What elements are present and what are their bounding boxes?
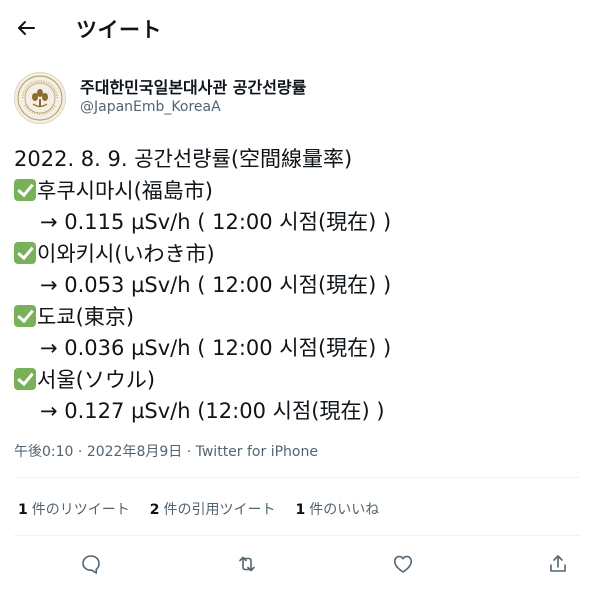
entry-place: 이와키시(いわき市) [14,239,584,271]
check-mark-icon [14,241,36,264]
entry-reading: → 0.053 µSv/h ( 12:00 시점(現在) ) [40,273,392,297]
entry-reading: → 0.127 µSv/h (12:00 시점(現在) ) [40,399,385,423]
author-name[interactable]: 주대한민국일본대사관 공간선량률 [80,74,306,98]
tweet-text: 2022. 8. 9. 공간선량률(空間線量率) 후쿠시마시(福島市) → 0.… [14,144,584,428]
entry-place: 서울(ソウル) [14,365,584,397]
page-header: ツイート [0,0,594,56]
divider [14,535,580,536]
entry-place: 후쿠시마시(福島市) [14,176,584,208]
retweets-count: 1 [18,502,28,518]
likes-stat[interactable]: 1 件のいいね [296,499,380,519]
retweet-icon[interactable] [229,546,265,582]
quotes-stat[interactable]: 2 件の引用ツイート [150,499,276,519]
meta-separator: · [182,444,196,460]
likes-label: 件のいいね [309,502,380,518]
quotes-count: 2 [149,502,160,518]
entry-place-label: 도쿄(東京) [37,304,135,329]
page-title: ツイート [76,18,162,42]
tweet-stats: 1 件のリツイート 2 件の引用ツイート 1 件のいいね [18,499,399,519]
entry-place: 도쿄(東京) [14,302,584,334]
retweets-stat[interactable]: 1 件のリツイート [18,499,130,519]
divider [14,477,580,478]
tweet-headline: 2022. 8. 9. 공간선량률(空間線量率) [14,147,353,171]
retweets-label: 件のリツイート [31,502,130,518]
avatar[interactable] [14,72,66,124]
entry-place-label: 서울(ソウル) [37,367,156,392]
quotes-label: 件の引用ツイート [163,502,276,518]
tweet-date[interactable]: 2022年8月9日 [87,444,182,460]
tweet-time[interactable]: 午後0:10 [14,444,73,460]
check-mark-icon [14,178,36,201]
meta-separator: · [73,444,87,460]
share-icon[interactable] [540,546,576,582]
reply-icon[interactable] [73,546,109,582]
author-handle[interactable]: @JapanEmb_KoreaA [80,99,221,115]
action-bar [0,546,594,582]
arrow-left-icon[interactable] [14,16,38,40]
check-mark-icon [14,304,36,327]
check-mark-icon [14,367,36,390]
entry-place-label: 후쿠시마시(福島市) [37,178,213,203]
likes-count: 1 [295,502,306,518]
entry-reading: → 0.036 µSv/h ( 12:00 시점(現在) ) [40,336,392,360]
entry-reading: → 0.115 µSv/h ( 12:00 시점(現在) ) [40,210,392,234]
entry-place-label: 이와키시(いわき市) [37,241,215,266]
like-icon[interactable] [385,546,421,582]
tweet-source[interactable]: Twitter for iPhone [196,444,318,460]
tweet-meta: 午後0:10 · 2022年8月9日 · Twitter for iPhone [14,441,318,461]
